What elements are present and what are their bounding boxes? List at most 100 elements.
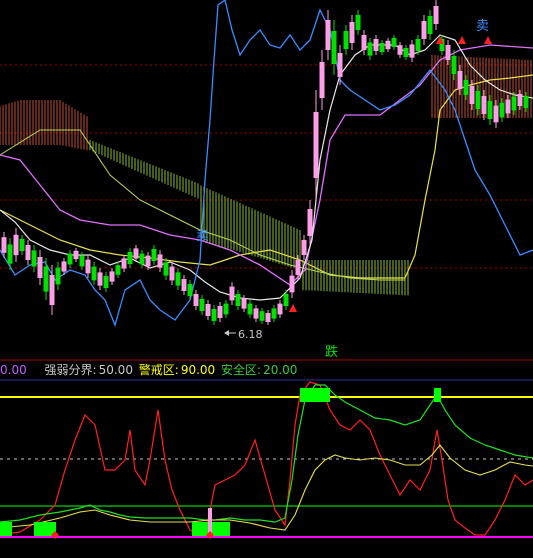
candle-body <box>193 294 199 306</box>
candle-body <box>277 303 283 315</box>
candle-body <box>181 279 187 291</box>
candle-body <box>37 257 43 278</box>
candle-body <box>427 16 433 34</box>
candle-body <box>79 255 85 267</box>
candle-body <box>187 284 193 296</box>
indicator-current-value: 0.00 <box>0 363 27 377</box>
candle-body <box>127 252 133 264</box>
candle-body <box>271 308 277 319</box>
candle-body <box>283 294 289 306</box>
signal-block <box>300 388 330 402</box>
candles <box>1 0 529 325</box>
candle-body <box>415 39 421 51</box>
candle-body <box>247 303 253 315</box>
candle-body <box>217 306 223 318</box>
lead-line-olive <box>0 129 405 281</box>
candle-body <box>157 254 163 268</box>
candle-body <box>379 43 385 52</box>
sell-arrow-icon <box>484 36 492 44</box>
green-blocks <box>0 388 441 536</box>
sell-label: 卖 <box>476 19 489 34</box>
candle-body <box>223 303 229 315</box>
candle-body <box>301 240 307 255</box>
candle-body <box>169 266 175 281</box>
candle-body <box>133 248 139 259</box>
candle-body <box>253 308 259 319</box>
candle-body <box>229 286 235 301</box>
candle-body <box>49 275 55 305</box>
candle-body <box>361 35 367 50</box>
candle-body <box>163 262 169 276</box>
sell-label-bottom: 卖 <box>196 229 209 244</box>
low-price-label: 6.18 <box>238 328 263 341</box>
candle-body <box>175 272 181 286</box>
signal-block <box>0 522 12 536</box>
candle-body <box>499 102 505 118</box>
candle-body <box>139 253 145 265</box>
indicator-panel <box>0 381 533 539</box>
candle-body <box>1 237 7 253</box>
candle-body <box>523 96 529 108</box>
candle-body <box>325 20 331 50</box>
candle-body <box>409 44 415 58</box>
candle-body <box>205 304 211 316</box>
candle-body <box>235 294 241 306</box>
candle-body <box>337 53 343 77</box>
chart-canvas: 卖 卖 跌 6.18 <box>0 0 533 539</box>
candle-body <box>145 255 151 267</box>
warning-zone-value: 90.00 <box>180 363 216 377</box>
green-oscillator-line <box>0 384 533 523</box>
cloud-green <box>89 140 409 296</box>
candle-body <box>199 299 205 311</box>
candle-body <box>73 250 79 260</box>
candle-body <box>259 311 265 321</box>
candle-body <box>481 96 487 114</box>
candle-body <box>289 275 295 293</box>
candle-body <box>55 267 61 285</box>
candle-body <box>121 258 127 269</box>
candle-body <box>295 260 301 275</box>
sell-arrow-icon <box>458 36 466 44</box>
candle-body <box>397 45 403 55</box>
strength-divide-value: 50.00 <box>98 363 133 377</box>
candle-body <box>115 265 121 275</box>
buy-arrow-icon <box>289 304 297 312</box>
candle-body <box>91 266 97 281</box>
candle-body <box>19 239 25 251</box>
candle-body <box>493 105 499 123</box>
candle-body <box>211 309 217 321</box>
candle-body <box>241 298 247 309</box>
candle-body <box>505 99 511 114</box>
signal-block <box>434 388 441 402</box>
candle-body <box>373 39 379 51</box>
candle-body <box>463 80 469 95</box>
candle-body <box>487 101 493 119</box>
candle-body <box>421 21 427 39</box>
candle-body <box>475 91 481 109</box>
candle-body <box>319 62 325 98</box>
candle-body <box>355 15 361 30</box>
candle-body <box>457 71 463 89</box>
candle-body <box>25 245 31 260</box>
indicator-legend: 0.00 强弱分界: 50.00 警戒区: 90.00 安全区: 20.00 <box>0 361 533 379</box>
candle-body <box>13 234 19 256</box>
candle-body <box>31 250 37 267</box>
candle-body <box>103 276 109 288</box>
candle-body <box>433 6 439 24</box>
candle-body <box>517 94 523 106</box>
candle-body <box>451 56 457 74</box>
candle-body <box>151 249 157 261</box>
candle-body <box>331 31 337 64</box>
candle-body <box>367 42 373 56</box>
candle-body <box>61 261 67 272</box>
candle-body <box>97 272 103 286</box>
candle-body <box>307 209 313 236</box>
low-price-arrow-icon <box>224 330 229 336</box>
candle-body <box>403 48 409 57</box>
safe-zone-label: 安全区: <box>221 363 262 377</box>
candle-body <box>385 40 391 50</box>
candle-body <box>343 31 349 49</box>
candle-body <box>265 313 271 322</box>
candle-body <box>391 38 397 47</box>
candle-body <box>445 45 451 60</box>
